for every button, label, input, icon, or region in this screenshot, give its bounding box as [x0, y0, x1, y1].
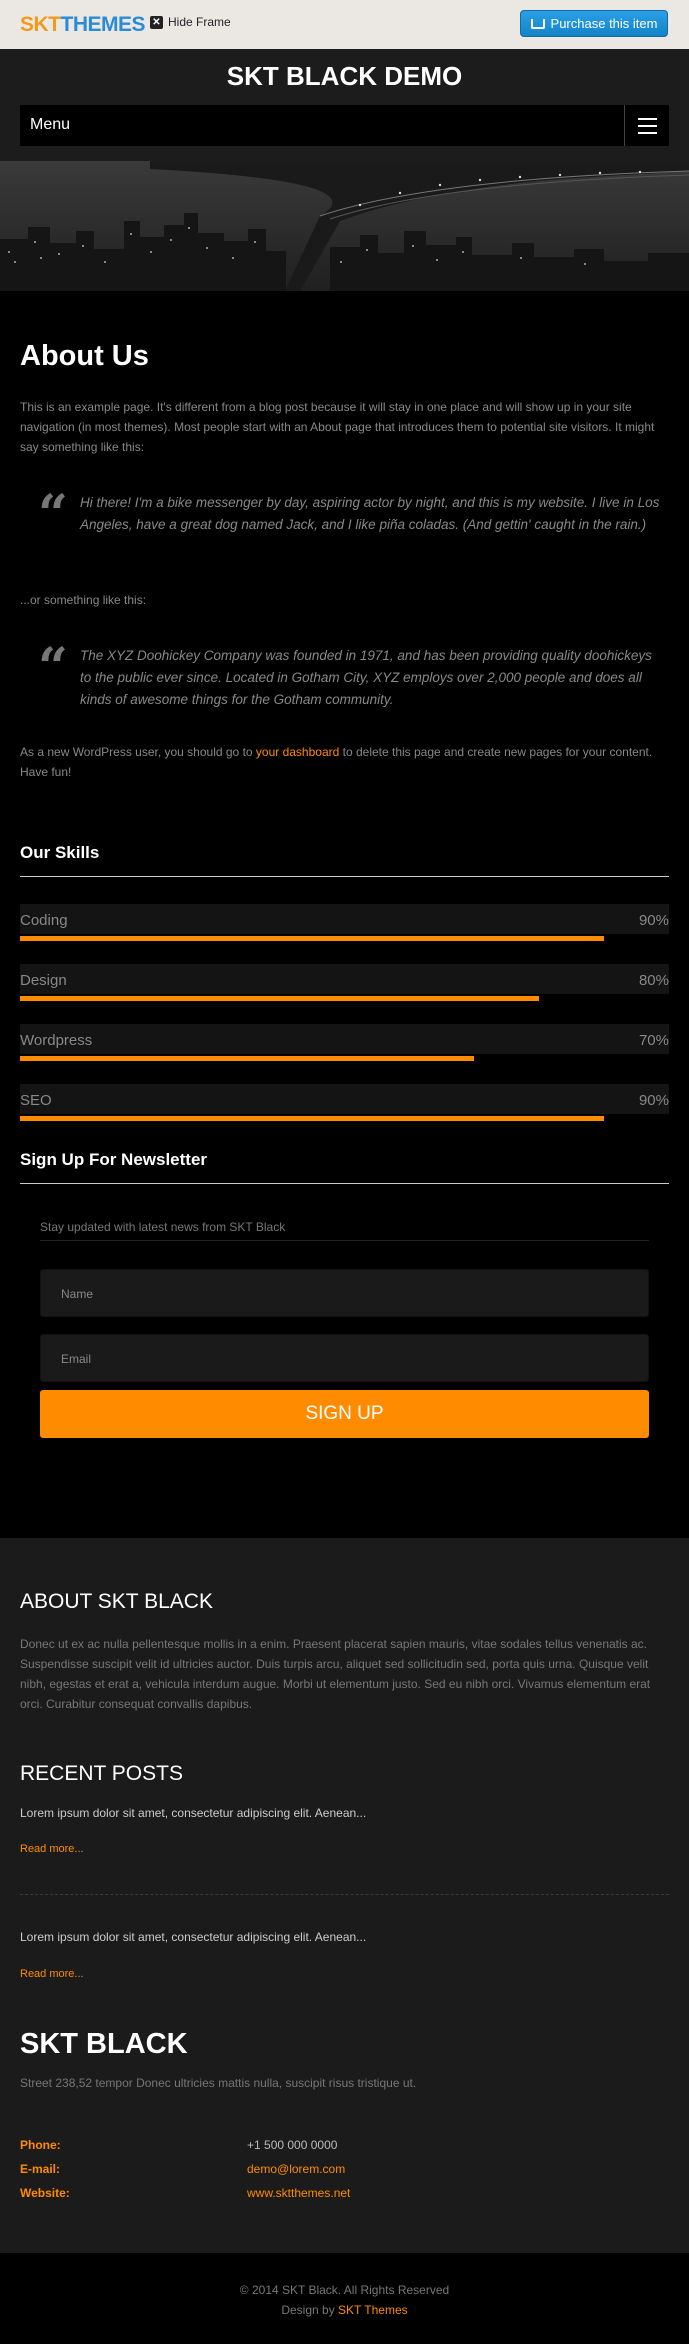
posts-divider — [20, 1894, 669, 1895]
purchase-label: Purchase this item — [550, 16, 658, 31]
quote-icon: “ — [38, 637, 68, 698]
recent-posts-title: RECENT POSTS — [20, 1762, 183, 1785]
name-field[interactable]: Name — [40, 1269, 649, 1317]
about-footer-text: Donec ut ex ac nulla pellentesque mollis… — [20, 1637, 651, 1711]
skill-bar: Coding 90% — [20, 904, 669, 941]
quote-icon: “ — [38, 484, 68, 545]
skill-percent: 90% — [638, 912, 669, 929]
footer-address: Street 238,52 tempor Donec ultricies mat… — [20, 2076, 417, 2090]
purchase-button[interactable]: Purchase this item — [520, 10, 668, 37]
skill-track — [20, 1084, 669, 1114]
footer-brand: SKT BLACK — [20, 2028, 188, 2060]
quote-2-text: The XYZ Doohickey Company was founded in… — [80, 648, 652, 707]
skill-percent: 70% — [638, 1032, 669, 1049]
email-link[interactable]: demo@lorem.com — [247, 2162, 345, 2176]
newsletter-divider — [20, 1183, 669, 1184]
city-skyline-banner — [0, 161, 689, 291]
or-text: ...or something like this: — [20, 593, 147, 607]
about-footer-title: ABOUT SKT BLACK — [20, 1590, 213, 1613]
skill-progress-fill — [20, 1056, 474, 1061]
skills-title: Our Skills — [20, 843, 100, 862]
site-title[interactable]: SKT BLACK DEMO — [0, 61, 689, 92]
copyright-bar: © 2014 SKT Black. All Rights Reserved De… — [0, 2253, 689, 2344]
design-by-text: Design by — [281, 2303, 339, 2317]
menu-label: Menu — [30, 116, 71, 133]
skill-name: Coding — [20, 912, 68, 929]
site-footer: ABOUT SKT BLACK Donec ut ex ac nulla pel… — [0, 1538, 689, 2253]
recent-post-excerpt: Lorem ipsum dolor sit amet, consectetur … — [20, 1930, 367, 1944]
logo-themes-text: THEMES — [60, 13, 146, 36]
phone-value: +1 500 000 0000 — [247, 2138, 338, 2152]
newsletter-note-underline — [40, 1240, 649, 1241]
email-label: E-mail: — [20, 2162, 61, 2176]
newsletter-title: Sign Up For Newsletter — [20, 1150, 208, 1169]
intro-paragraph: This is an example page. It's different … — [20, 400, 655, 454]
email-field[interactable]: Email — [40, 1334, 649, 1382]
skyline-image — [0, 161, 689, 291]
skill-percent: 80% — [638, 972, 669, 989]
hamburger-menu-icon[interactable] — [624, 105, 669, 146]
skill-progress-fill — [20, 996, 539, 1001]
newsletter-note: Stay updated with latest news from SKT B… — [40, 1220, 286, 1234]
closing-paragraph: As a new WordPress user, you should go t… — [20, 742, 660, 782]
cart-icon — [530, 18, 545, 29]
skill-track — [20, 1024, 669, 1054]
signup-button[interactable]: SIGN UP — [40, 1390, 649, 1438]
website-label: Website: — [20, 2186, 70, 2200]
skill-bar: SEO 90% — [20, 1084, 669, 1121]
skill-name: SEO — [20, 1092, 52, 1109]
read-more-link[interactable]: Read more... — [20, 1968, 84, 1980]
recent-post-excerpt: Lorem ipsum dolor sit amet, consectetur … — [20, 1806, 367, 1820]
design-credit: Design by SKT Themes — [0, 2303, 689, 2317]
skill-bar: Wordpress 70% — [20, 1024, 669, 1061]
skill-bar: Design 80% — [20, 964, 669, 1001]
hide-frame-link[interactable]: ✕ Hide Frame — [150, 15, 231, 29]
skill-progress-fill — [20, 1116, 604, 1121]
skill-track — [20, 964, 669, 994]
skill-track — [20, 904, 669, 934]
page-title: About Us — [20, 340, 149, 372]
copyright-text: © 2014 SKT Black. All Rights Reserved — [239, 2283, 450, 2297]
close-icon: ✕ — [150, 15, 163, 29]
phone-label: Phone: — [20, 2138, 61, 2152]
demo-top-bar: SKTTHEMES ✕ Hide Frame Purchase this ite… — [0, 0, 689, 49]
skt-themes-logo[interactable]: SKTTHEMES — [20, 13, 146, 37]
closing-text-start: As a new WordPress user, you should go t… — [20, 745, 256, 759]
site-header: SKT BLACK DEMO Menu — [0, 49, 689, 161]
quote-1-text: Hi there! I'm a bike messenger by day, a… — [80, 495, 660, 532]
hide-frame-label: Hide Frame — [168, 15, 231, 29]
website-link[interactable]: www.sktthemes.net — [247, 2186, 350, 2200]
main-menu-bar[interactable]: Menu — [20, 105, 669, 146]
skill-name: Wordpress — [20, 1032, 93, 1049]
read-more-link[interactable]: Read more... — [20, 1843, 84, 1855]
skill-progress-fill — [20, 936, 604, 941]
dashboard-link[interactable]: your dashboard — [256, 745, 339, 759]
skill-percent: 90% — [638, 1092, 669, 1109]
skt-themes-link[interactable]: SKT Themes — [338, 2303, 408, 2317]
skills-divider — [20, 876, 669, 877]
skill-name: Design — [20, 972, 67, 989]
logo-skt-text: SKT — [20, 13, 61, 36]
